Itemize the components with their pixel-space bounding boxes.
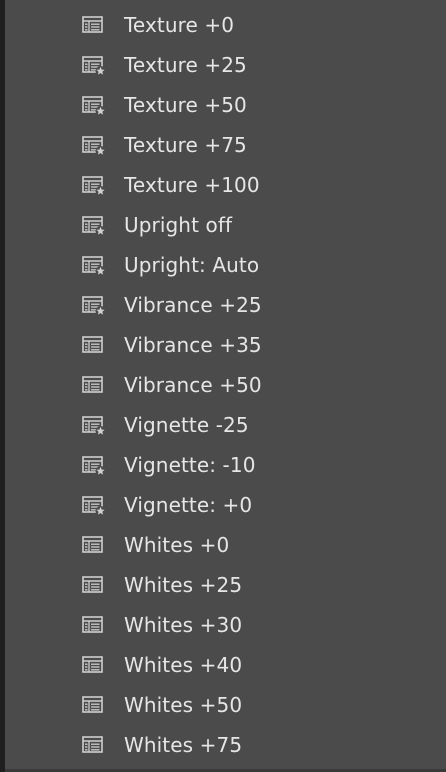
list-item[interactable]: Vibrance +50 [5, 365, 446, 405]
preset-user-icon [82, 56, 106, 76]
list-item[interactable]: Vignette: -10 [5, 445, 446, 485]
list-item[interactable]: Whites +50 [5, 685, 446, 725]
preset-user-icon [82, 136, 106, 156]
preset-icon [82, 576, 104, 594]
list-item[interactable]: Vignette: +0 [5, 485, 446, 525]
preset-label: Whites +75 [124, 733, 243, 757]
preset-user-icon [82, 176, 106, 196]
preset-user-icon [82, 96, 106, 116]
preset-label: Texture +50 [124, 93, 247, 117]
preset-user-icon [82, 416, 106, 436]
preset-icon [82, 536, 104, 554]
presets-panel: Texture +0 Texture +25 Texture +50 Textu… [0, 0, 446, 772]
preset-icon [82, 736, 104, 754]
preset-user-icon [82, 296, 106, 316]
preset-label: Vignette: +0 [124, 493, 253, 517]
preset-user-icon [82, 456, 106, 476]
list-item[interactable]: Whites +25 [5, 565, 446, 605]
preset-label: Whites +0 [124, 533, 230, 557]
preset-label: Vibrance +35 [124, 333, 262, 357]
preset-user-icon [82, 496, 106, 516]
preset-label: Whites +40 [124, 653, 243, 677]
preset-label: Upright: Auto [124, 253, 260, 277]
list-item[interactable]: Whites +40 [5, 645, 446, 685]
preset-icon [82, 656, 104, 674]
presets-list: Texture +0 Texture +25 Texture +50 Textu… [5, 5, 446, 765]
preset-label: Vibrance +50 [124, 373, 262, 397]
preset-icon [82, 696, 104, 714]
list-item[interactable]: Whites +30 [5, 605, 446, 645]
preset-label: Vibrance +25 [124, 293, 262, 317]
list-item[interactable]: Texture +0 [5, 5, 446, 45]
preset-label: Whites +25 [124, 573, 243, 597]
preset-icon [82, 616, 104, 634]
preset-icon [82, 376, 104, 394]
list-item[interactable]: Upright: Auto [5, 245, 446, 285]
list-item[interactable]: Texture +75 [5, 125, 446, 165]
list-item[interactable]: Texture +25 [5, 45, 446, 85]
preset-label: Whites +30 [124, 613, 243, 637]
preset-user-icon [82, 256, 106, 276]
list-item[interactable]: Vignette -25 [5, 405, 446, 445]
list-item[interactable]: Upright off [5, 205, 446, 245]
preset-label: Upright off [124, 213, 233, 237]
preset-user-icon [82, 216, 106, 236]
list-item[interactable]: Vibrance +35 [5, 325, 446, 365]
preset-label: Whites +50 [124, 693, 243, 717]
list-item[interactable]: Whites +75 [5, 725, 446, 765]
preset-label: Texture +0 [124, 13, 235, 37]
preset-label: Texture +75 [124, 133, 247, 157]
preset-label: Vignette -25 [124, 413, 249, 437]
list-item[interactable]: Texture +100 [5, 165, 446, 205]
list-item[interactable]: Texture +50 [5, 85, 446, 125]
preset-icon [82, 16, 104, 34]
preset-label: Vignette: -10 [124, 453, 256, 477]
preset-label: Texture +25 [124, 53, 247, 77]
preset-label: Texture +100 [124, 173, 260, 197]
list-item[interactable]: Vibrance +25 [5, 285, 446, 325]
list-item[interactable]: Whites +0 [5, 525, 446, 565]
preset-icon [82, 336, 104, 354]
